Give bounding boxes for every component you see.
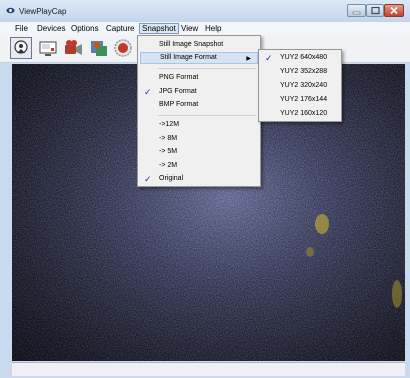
menu-bmp-format[interactable]: BMP Format — [140, 99, 258, 111]
record-icon — [65, 40, 82, 55]
format-yuy2-640x480[interactable]: ✓ YUY2 640x480 — [261, 52, 339, 64]
menu-item-label: Original — [159, 175, 184, 182]
menu-item-label: Still Image Snapshot — [159, 41, 224, 48]
menu-snapshot[interactable]: Snapshot — [139, 23, 179, 34]
minimize-button[interactable] — [347, 4, 366, 17]
check-icon: ✓ — [144, 174, 152, 184]
menu-capture[interactable]: Capture — [104, 23, 136, 34]
snapshot-menu: Still Image Snapshot Still Image Format … — [137, 35, 261, 187]
title-bar[interactable]: ViewPlayCap — [0, 0, 410, 22]
menu-png-format[interactable]: PNG Format — [140, 72, 258, 84]
menu-item-label: ->12M — [159, 121, 180, 128]
close-icon — [390, 6, 398, 15]
menu-size-12m[interactable]: ->12M — [140, 119, 258, 131]
monitor-icon — [39, 41, 57, 56]
menu-separator — [158, 68, 256, 69]
menu-item-label: Still Image Format — [160, 54, 217, 61]
close-button[interactable] — [384, 4, 404, 17]
menu-item-label: -> 2M — [159, 162, 178, 169]
menu-item-label: -> 8M — [159, 135, 178, 142]
check-icon: ✓ — [144, 87, 152, 97]
format-yuy2-160x120[interactable]: YUY2 160x120 — [261, 108, 339, 120]
menu-jpg-format[interactable]: ✓ JPG Format — [140, 86, 258, 98]
submenu-arrow-icon: ▶ — [246, 56, 251, 62]
menu-options[interactable]: Options — [69, 23, 101, 34]
maximize-button[interactable] — [366, 4, 384, 17]
menu-still-image-format[interactable]: Still Image Format ▶ — [140, 52, 258, 64]
menu-size-2m[interactable]: -> 2M — [140, 160, 258, 172]
menu-bar: File Devices Options Capture Snapshot Vi… — [0, 22, 410, 35]
still-image-format-submenu: ✓ YUY2 640x480 YUY2 352x288 YUY2 320x240… — [258, 49, 342, 122]
format-yuy2-320x240[interactable]: YUY2 320x240 — [261, 80, 339, 92]
stop-icon — [114, 39, 132, 57]
menu-item-label: YUY2 320x240 — [280, 82, 328, 89]
menu-item-label: YUY2 176x144 — [280, 96, 328, 103]
menu-view[interactable]: View — [179, 23, 200, 34]
settings-button[interactable] — [88, 37, 110, 59]
menu-devices[interactable]: Devices — [35, 23, 67, 34]
status-bar — [12, 362, 405, 376]
menu-size-original[interactable]: ✓ Original — [140, 173, 258, 185]
menu-help[interactable]: Help — [203, 23, 223, 34]
menu-still-image-snapshot[interactable]: Still Image Snapshot — [140, 39, 258, 51]
menu-file[interactable]: File — [13, 23, 30, 34]
format-yuy2-352x288[interactable]: YUY2 352x288 — [261, 66, 339, 78]
menu-item-label: BMP Format — [159, 101, 199, 108]
minimize-icon — [352, 11, 361, 15]
menu-size-5m[interactable]: -> 5M — [140, 146, 258, 158]
menu-item-label: PNG Format — [159, 74, 199, 81]
format-yuy2-176x144[interactable]: YUY2 176x144 — [261, 94, 339, 106]
menu-item-label: YUY2 640x480 — [280, 54, 328, 61]
menu-size-8m[interactable]: -> 8M — [140, 133, 258, 145]
settings-icon — [91, 41, 107, 56]
menu-item-label: YUY2 160x120 — [280, 110, 328, 117]
window-title: ViewPlayCap — [19, 7, 67, 16]
maximize-icon — [371, 6, 380, 15]
menu-separator — [158, 115, 256, 116]
check-icon: ✓ — [265, 53, 273, 63]
record-button[interactable] — [62, 37, 84, 59]
menu-item-label: -> 5M — [159, 148, 178, 155]
app-window: ViewPlayCap File Devices Options Capture… — [0, 0, 410, 378]
snapshot-button[interactable] — [10, 37, 32, 59]
app-icon — [6, 7, 15, 14]
stop-button[interactable] — [112, 37, 134, 59]
menu-item-label: YUY2 352x288 — [280, 68, 328, 75]
preview-button[interactable] — [37, 37, 59, 59]
snapshot-icon — [14, 40, 28, 54]
menu-item-label: JPG Format — [159, 88, 197, 95]
